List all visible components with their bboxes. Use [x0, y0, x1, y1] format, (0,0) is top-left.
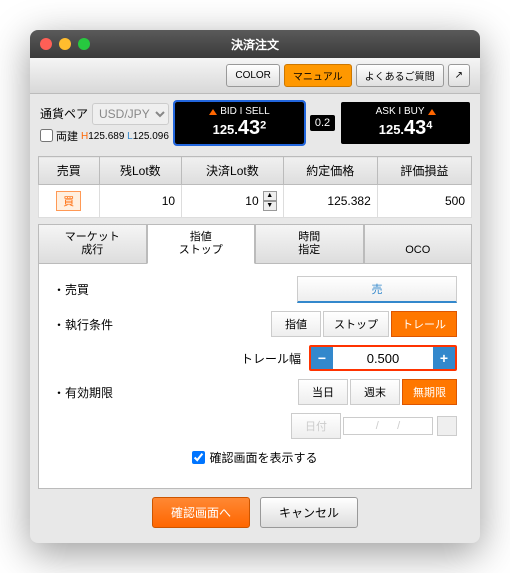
- tab-market[interactable]: マーケット成行: [38, 224, 147, 264]
- col-price: 約定価格: [283, 157, 377, 185]
- confirm-row: 確認画面を表示する: [53, 449, 457, 466]
- seg-limit[interactable]: 指値: [271, 311, 321, 337]
- side-badge: 買: [56, 191, 81, 211]
- ryodate-label: 両建: [56, 128, 78, 144]
- ask-price-box[interactable]: ASK I BUY 125.434: [341, 102, 470, 144]
- plus-button[interactable]: +: [433, 347, 455, 369]
- ryodate-checkbox[interactable]: [40, 129, 53, 142]
- col-remain: 残Lot数: [99, 157, 181, 185]
- side-label: ・売買: [53, 281, 153, 298]
- date-input[interactable]: [343, 417, 433, 435]
- seg-weekend[interactable]: 週末: [350, 379, 400, 405]
- col-settle: 決済Lot数: [182, 157, 284, 185]
- confirm-checkbox[interactable]: [192, 451, 205, 464]
- step-up-icon[interactable]: ▲: [263, 191, 277, 201]
- faq-button[interactable]: よくあるご質問: [356, 64, 444, 87]
- window-title: 決済注文: [231, 36, 279, 53]
- seg-today[interactable]: 当日: [298, 379, 348, 405]
- tab-oco[interactable]: OCO: [364, 224, 473, 264]
- position-table: 売買 残Lot数 決済Lot数 約定価格 評価損益 買 10 10 ▲▼ 125.…: [38, 156, 472, 218]
- calendar-icon[interactable]: [437, 416, 457, 436]
- pair-section: 通貨ペア USD/JPY 両建 H125.689 L125.096: [40, 103, 169, 144]
- sell-button[interactable]: 売: [297, 276, 457, 303]
- step-down-icon[interactable]: ▼: [263, 201, 277, 211]
- seg-date[interactable]: 日付: [291, 413, 341, 439]
- trail-width-label: トレール幅: [241, 350, 301, 367]
- close-icon[interactable]: [40, 38, 52, 50]
- col-pl: 評価損益: [377, 157, 471, 185]
- manual-button[interactable]: マニュアル: [284, 64, 352, 87]
- exec-label: ・執行条件: [53, 316, 153, 333]
- remain-cell: 10: [99, 185, 181, 218]
- high-low: H125.689 L125.096: [81, 131, 169, 142]
- action-bar: 確認画面へ キャンセル: [30, 497, 480, 543]
- col-side: 売買: [39, 157, 100, 185]
- maximize-icon[interactable]: [78, 38, 90, 50]
- order-tabs: マーケット成行 指値ストップ 時間指定 OCO: [38, 224, 472, 264]
- seg-stop[interactable]: ストップ: [323, 311, 389, 337]
- order-panel: ・売買 売 ・執行条件 指値 ストップ トレール トレール幅 − + ・有効期限…: [38, 264, 472, 489]
- titlebar: 決済注文: [30, 30, 480, 58]
- color-button[interactable]: COLOR: [226, 64, 280, 87]
- pair-label: 通貨ペア: [40, 105, 88, 122]
- window-controls: [40, 38, 90, 50]
- spread: 0.2: [310, 115, 335, 131]
- tab-limit-stop[interactable]: 指値ストップ: [147, 224, 256, 264]
- cancel-button[interactable]: キャンセル: [260, 497, 358, 528]
- submit-button[interactable]: 確認画面へ: [152, 497, 250, 528]
- toolbar: COLOR マニュアル よくあるご質問 ↗: [30, 58, 480, 94]
- pl-cell: 500: [377, 185, 471, 218]
- price-cell: 125.382: [283, 185, 377, 218]
- minimize-icon[interactable]: [59, 38, 71, 50]
- popout-icon[interactable]: ↗: [448, 64, 470, 87]
- order-window: 決済注文 COLOR マニュアル よくあるご質問 ↗ 通貨ペア USD/JPY …: [30, 30, 480, 543]
- trail-width-input: − +: [309, 345, 457, 371]
- price-bar: 通貨ペア USD/JPY 両建 H125.689 L125.096 BID I …: [30, 94, 480, 152]
- bid-price-box[interactable]: BID I SELL 125.432: [175, 102, 304, 144]
- tab-time[interactable]: 時間指定: [255, 224, 364, 264]
- confirm-label: 確認画面を表示する: [209, 449, 317, 466]
- up-arrow-icon: [428, 109, 436, 115]
- settle-value: 10: [245, 194, 258, 208]
- expiry-label: ・有効期限: [53, 384, 153, 401]
- trail-value-input[interactable]: [333, 347, 433, 369]
- minus-button[interactable]: −: [311, 347, 333, 369]
- pair-select[interactable]: USD/JPY: [92, 103, 169, 125]
- seg-nolimit[interactable]: 無期限: [402, 379, 457, 405]
- seg-trail[interactable]: トレール: [391, 311, 457, 337]
- table-row: 買 10 10 ▲▼ 125.382 500: [39, 185, 472, 218]
- up-arrow-icon: [209, 109, 217, 115]
